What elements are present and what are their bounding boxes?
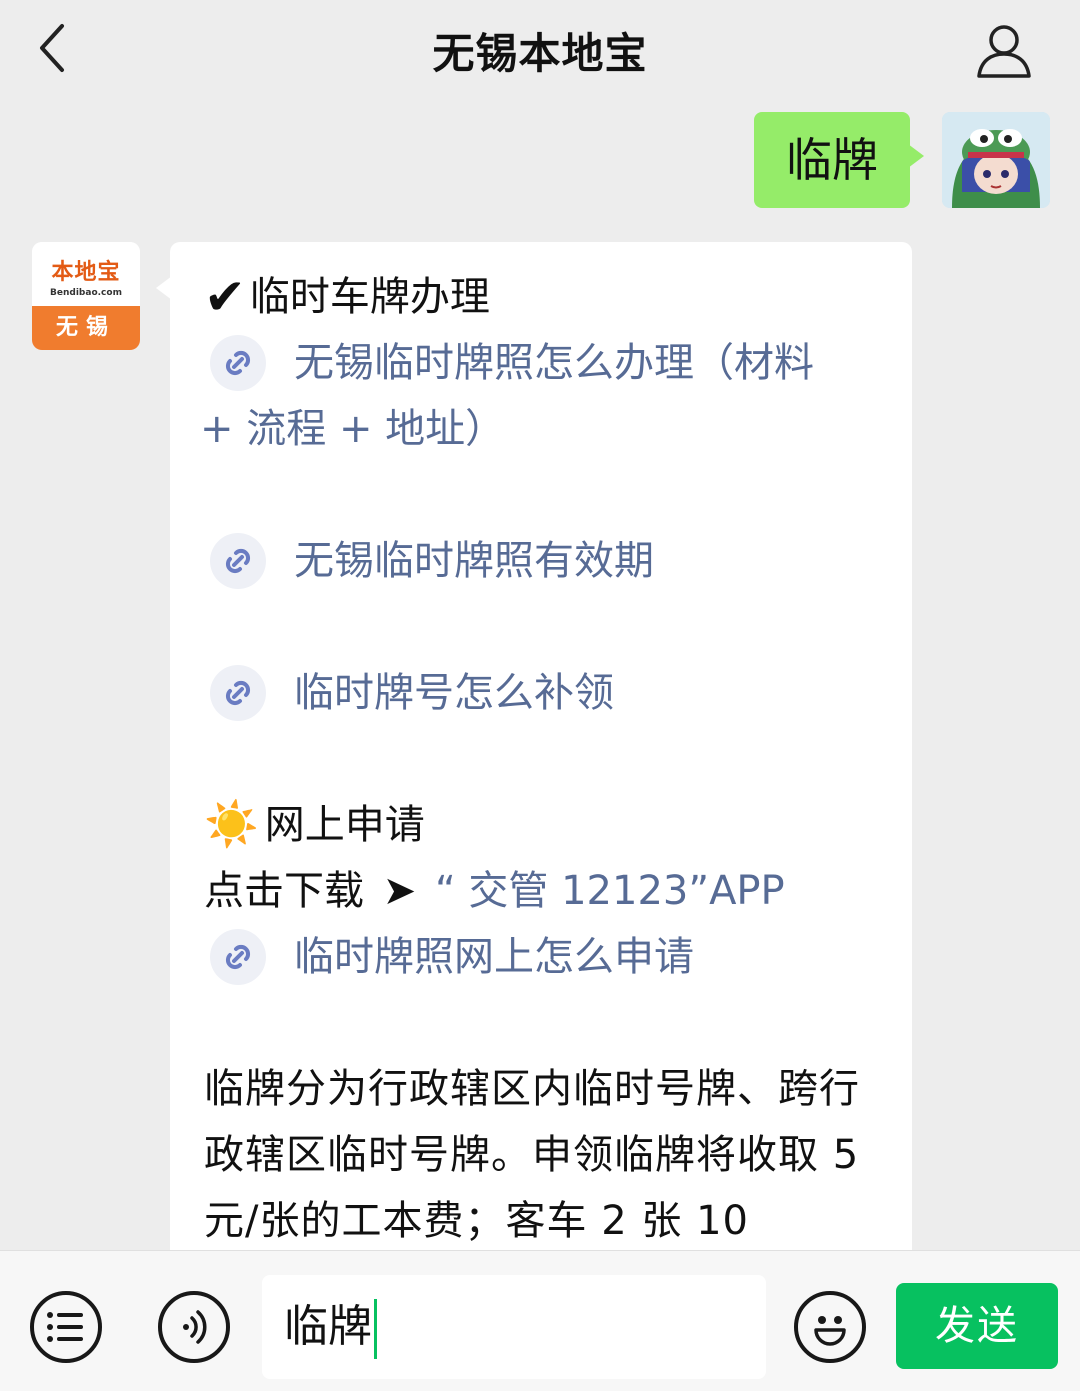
page-title: 无锡本地宝 xyxy=(432,29,648,78)
message-input-value: 临牌 xyxy=(284,1301,372,1352)
menu-button[interactable] xyxy=(30,1291,102,1363)
outgoing-bubble[interactable]: 临牌 xyxy=(754,112,924,208)
voice-icon xyxy=(183,1310,207,1344)
link-icon xyxy=(210,929,266,985)
download-line: 点击下载 ➤ “ 交管 12123”APP xyxy=(204,858,882,924)
outgoing-message: 临牌 xyxy=(750,112,1050,210)
download-prefix: 点击下载 xyxy=(204,868,364,914)
link-text-1-continued[interactable]: + 流程 + 地址） xyxy=(200,396,882,462)
link-text-3[interactable]: 临时牌号怎么补领 xyxy=(294,660,614,726)
section-heading: ☀️ 网上申请 xyxy=(204,792,882,858)
bot-logo-sub: Bendibao.com xyxy=(50,288,122,298)
incoming-bubble: ✔ 临时车牌办理 无锡临时牌照怎么办理（材料 + 流程 + 地址） 无锡临时牌照… xyxy=(156,242,912,1250)
reply-heading: ✔ 临时车牌办理 xyxy=(204,264,882,330)
voice-button[interactable] xyxy=(158,1291,230,1363)
download-link[interactable]: “ 交管 12123”APP xyxy=(435,868,785,914)
sun-icon: ☀️ xyxy=(204,799,259,850)
input-bar: 临牌 发送 xyxy=(0,1250,1080,1391)
link-item-4[interactable]: 临时牌照网上怎么申请 xyxy=(204,924,882,990)
reply-heading-text: 临时车牌办理 xyxy=(249,274,490,320)
send-button[interactable]: 发送 xyxy=(896,1283,1058,1369)
link-item-1[interactable]: 无锡临时牌照怎么办理（材料 xyxy=(204,330,882,396)
link-item-3[interactable]: 临时牌号怎么补领 xyxy=(204,660,882,726)
link-icon xyxy=(210,533,266,589)
link-icon xyxy=(210,335,266,391)
menu-icon xyxy=(47,1312,83,1342)
my-avatar[interactable] xyxy=(942,112,1050,208)
arrow-icon: ➤ xyxy=(382,868,417,914)
chat-area[interactable]: 临牌 本地宝 Bendibao.com 无锡 ✔ 临时车牌办理 无锡临时牌照怎么… xyxy=(0,100,1080,1250)
emoji-button[interactable] xyxy=(794,1291,866,1363)
text-cursor xyxy=(374,1299,377,1359)
cartoon-avatar-icon xyxy=(942,112,1050,208)
bot-avatar[interactable]: 本地宝 Bendibao.com 无锡 xyxy=(32,242,140,350)
link-item-2[interactable]: 无锡临时牌照有效期 xyxy=(204,528,882,594)
bot-logo-city: 无锡 xyxy=(32,306,140,350)
profile-button[interactable] xyxy=(972,18,1036,82)
link-text-4[interactable]: 临时牌照网上怎么申请 xyxy=(294,924,694,990)
link-text-1[interactable]: 无锡临时牌照怎么办理（材料 xyxy=(294,330,814,396)
bot-logo-main: 本地宝 xyxy=(51,260,121,285)
top-bar: 无锡本地宝 xyxy=(0,0,1080,100)
check-icon: ✔ xyxy=(204,268,246,326)
message-input[interactable]: 临牌 xyxy=(262,1275,766,1379)
user-icon xyxy=(977,25,1031,78)
link-icon xyxy=(210,665,266,721)
section-title: 网上申请 xyxy=(264,802,425,848)
bot-logo: 本地宝 Bendibao.com xyxy=(32,242,140,306)
link-text-2[interactable]: 无锡临时牌照有效期 xyxy=(294,528,654,594)
reply-paragraph: 临牌分为行政辖区内临时号牌、跨行政辖区临时号牌。申领临牌将收取 5 元/张的工本… xyxy=(204,1066,860,1244)
emoji-icon xyxy=(814,1316,846,1346)
